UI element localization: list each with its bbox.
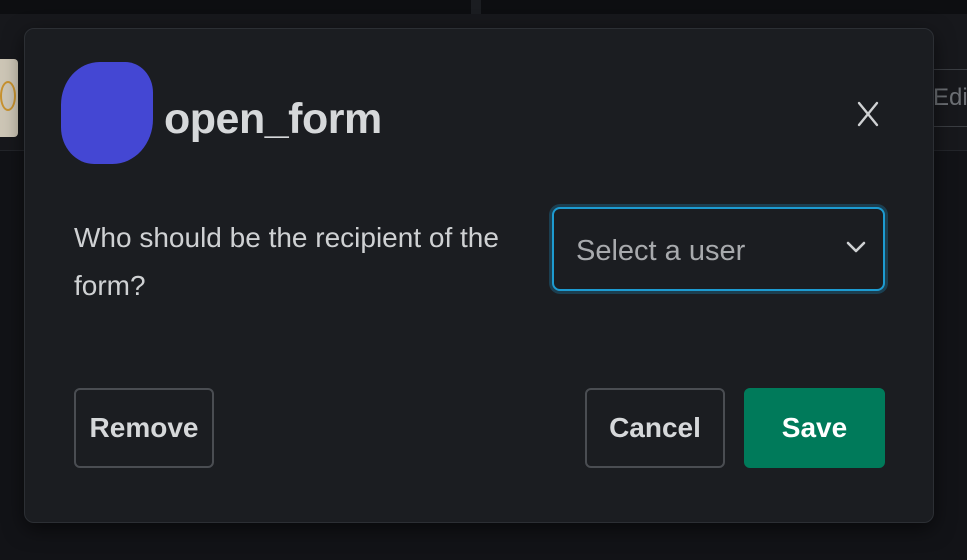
- cancel-button[interactable]: Cancel: [585, 388, 725, 468]
- background-edit-label: Edit: [933, 84, 967, 111]
- user-select-placeholder: Select a user: [576, 235, 746, 267]
- background-top-bar: [0, 0, 967, 14]
- app-glyph-icon: [0, 81, 16, 111]
- dialog-title: open_form: [164, 95, 382, 143]
- remove-button[interactable]: Remove: [74, 388, 214, 468]
- open-form-dialog: open_form Who should be the recipient of…: [24, 28, 934, 523]
- close-icon: [857, 101, 879, 127]
- close-button[interactable]: [848, 94, 888, 134]
- user-select-dropdown[interactable]: Select a user: [552, 207, 885, 291]
- save-button[interactable]: Save: [744, 388, 885, 468]
- chevron-down-icon: [846, 241, 866, 253]
- recipient-question-label: Who should be the recipient of the form?: [74, 222, 499, 301]
- background-pane-divider: [471, 0, 481, 14]
- background-app-icon: [0, 59, 18, 137]
- avatar: [61, 62, 153, 164]
